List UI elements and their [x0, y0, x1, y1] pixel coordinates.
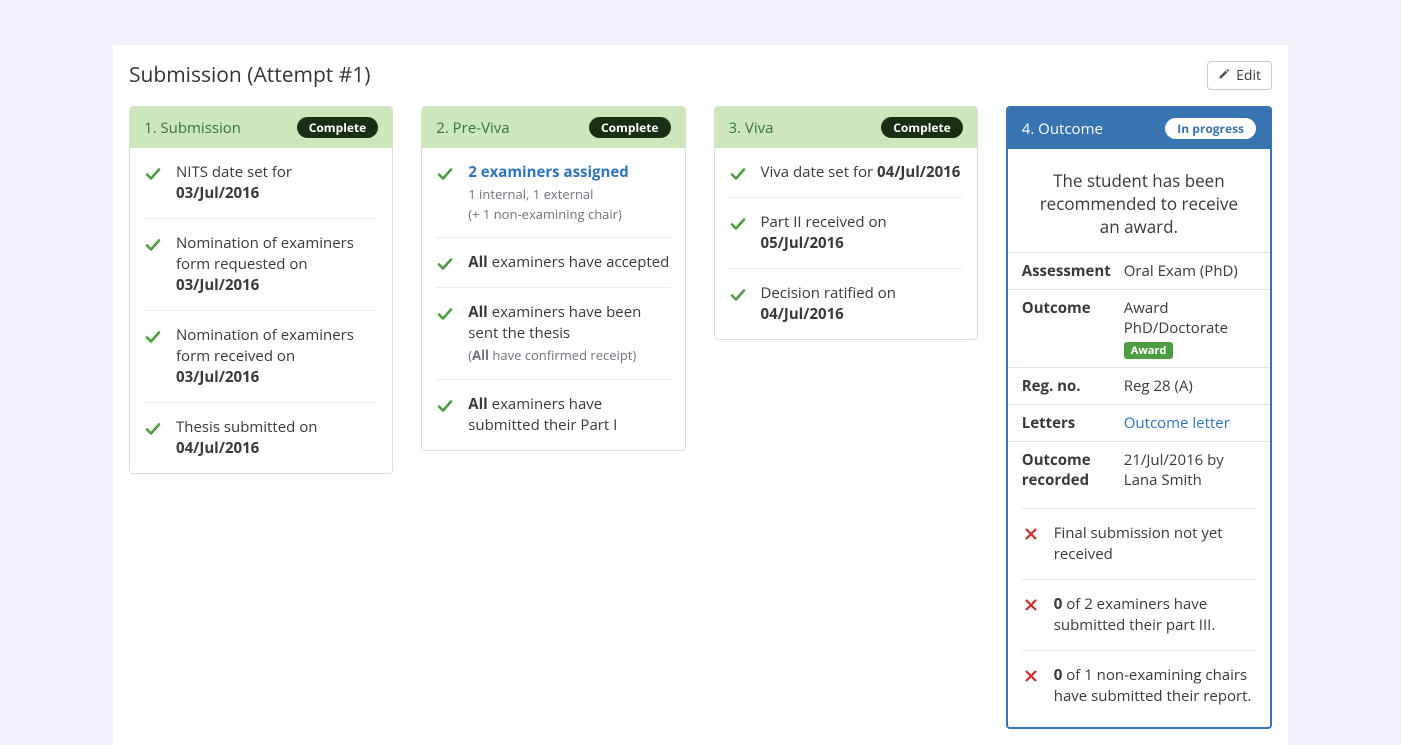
stage-card-header: 3. Viva Complete — [715, 107, 977, 148]
stage-card: 2. Pre-Viva Complete 2 examiners assigned1… — [421, 106, 685, 451]
stage-item-text: Thesis submitted on 04/Jul/2016 — [176, 417, 378, 459]
stage-cards: 1. Submission Complete NITS date set for 0… — [129, 106, 1272, 729]
stage-card-title: 1. Submission — [144, 118, 241, 138]
check-icon — [436, 302, 454, 364]
check-icon — [144, 417, 162, 459]
outcome-check-item: 0 of 2 examiners have submitted their pa… — [1022, 579, 1256, 650]
award-chip: Award — [1124, 342, 1174, 359]
check-icon — [144, 162, 162, 204]
check-icon — [144, 325, 162, 388]
outcome-check-text: Final submission not yet received — [1054, 523, 1256, 565]
outcome-row-label: Outcome — [1022, 298, 1114, 359]
edit-button[interactable]: Edit — [1207, 61, 1272, 90]
stage-item-text: Nomination of examiners form requested o… — [176, 233, 378, 296]
stage-item-text: Nomination of examiners form received on… — [176, 325, 378, 388]
stage-item-text: Part II received on 05/Jul/2016 — [761, 212, 963, 254]
outcome-card-header: 4. Outcome In progress — [1008, 108, 1270, 149]
edit-button-label: Edit — [1236, 66, 1261, 85]
outcome-row: OutcomeAward PhD/DoctorateAward — [1008, 289, 1270, 367]
stage-item: Part II received on 05/Jul/2016 — [729, 197, 963, 268]
outcome-row-label: Reg. no. — [1022, 376, 1114, 396]
stage-item-text[interactable]: 2 examiners assigned1 internal, 1 extern… — [468, 162, 670, 223]
outcome-row-label: Letters — [1022, 413, 1114, 433]
status-badge: In progress — [1165, 118, 1256, 139]
stage-card-header: 2. Pre-Viva Complete — [422, 107, 684, 148]
outcome-row-label: Outcome recorded — [1022, 450, 1114, 490]
submission-attempt-panel: Submission (Attempt #1) Edit 1. Submissi… — [113, 45, 1288, 745]
stage-item: Thesis submitted on 04/Jul/2016 — [144, 402, 378, 473]
stage-item: Nomination of examiners form received on… — [144, 310, 378, 402]
cross-icon — [1022, 594, 1040, 636]
check-icon — [729, 162, 747, 183]
stage-card-body: 2 examiners assigned1 internal, 1 extern… — [422, 148, 684, 450]
check-icon — [144, 233, 162, 296]
outcome-table: Assessment Oral Exam (PhD) OutcomeAward Ph… — [1008, 252, 1270, 508]
stage-card-body: NITS date set for 03/Jul/2016 Nomination … — [130, 148, 392, 473]
outcome-card: 4. Outcome In progress The student has bee… — [1006, 106, 1272, 729]
outcome-check-text: 0 of 1 non-examining chairs have submitt… — [1054, 665, 1256, 707]
cross-icon — [1022, 665, 1040, 707]
stage-item-text: Decision ratified on 04/Jul/2016 — [761, 283, 963, 325]
status-badge: Complete — [881, 117, 963, 138]
stage-item: All examiners have submitted their Part … — [436, 379, 670, 450]
check-icon — [729, 283, 747, 325]
examiners-link[interactable]: 2 examiners assigned — [468, 162, 629, 182]
outcome-row-value: Award PhD/DoctorateAward — [1124, 298, 1256, 359]
pencil-icon — [1218, 66, 1230, 85]
stage-item: NITS date set for 03/Jul/2016 — [144, 148, 378, 218]
outcome-check-item: 0 of 1 non-examining chairs have submitt… — [1022, 650, 1256, 721]
outcome-letter-link[interactable]: Outcome letter — [1124, 413, 1230, 433]
stage-item: All examiners have been sent the thesis(… — [436, 287, 670, 378]
stage-item: Viva date set for 04/Jul/2016 — [729, 148, 963, 197]
outcome-title: 4. Outcome — [1022, 119, 1103, 139]
outcome-check-text: 0 of 2 examiners have submitted their pa… — [1054, 594, 1256, 636]
stage-card-title: 3. Viva — [729, 118, 774, 138]
stage-item: Decision ratified on 04/Jul/2016 — [729, 268, 963, 339]
stage-item-text: All examiners have submitted their Part … — [468, 394, 670, 436]
stage-card-header: 1. Submission Complete — [130, 107, 392, 148]
cross-icon — [1022, 523, 1040, 565]
outcome-row: Outcome recorded21/Jul/2016 by Lana Smit… — [1008, 441, 1270, 498]
outcome-row-value: Reg 28 (A) — [1124, 376, 1256, 396]
outcome-row: Assessment Oral Exam (PhD) — [1008, 252, 1270, 289]
stage-card: 1. Submission Complete NITS date set for 0… — [129, 106, 393, 474]
outcome-row: Letters Outcome letter — [1008, 404, 1270, 441]
stage-item: All examiners have accepted — [436, 237, 670, 287]
page-title: Submission (Attempt #1) — [129, 61, 371, 89]
outcome-row: Reg. no. Reg 28 (A) — [1008, 367, 1270, 404]
status-badge: Complete — [297, 117, 379, 138]
outcome-check-item: Final submission not yet received — [1022, 508, 1256, 579]
stage-item-text: All examiners have accepted — [468, 252, 670, 273]
stage-item-text: Viva date set for 04/Jul/2016 — [761, 162, 963, 183]
outcome-row-value[interactable]: Outcome letter — [1124, 413, 1256, 433]
stage-item-text: All examiners have been sent the thesis(… — [468, 302, 670, 364]
outcome-row-label: Assessment — [1022, 261, 1114, 281]
check-icon — [436, 252, 454, 273]
outcome-row-value: Oral Exam (PhD) — [1124, 261, 1256, 281]
stage-card: 3. Viva Complete Viva date set for 04/Jul/… — [714, 106, 978, 340]
check-icon — [436, 394, 454, 436]
stage-card-title: 2. Pre-Viva — [436, 118, 509, 138]
outcome-row-value: 21/Jul/2016 by Lana Smith — [1124, 450, 1256, 490]
stage-item: Nomination of examiners form requested o… — [144, 218, 378, 310]
stage-item: 2 examiners assigned1 internal, 1 extern… — [436, 148, 670, 237]
check-icon — [729, 212, 747, 254]
stage-item-text: NITS date set for 03/Jul/2016 — [176, 162, 378, 204]
outcome-checks: Final submission not yet received 0 of 2 … — [1008, 508, 1270, 727]
outcome-message: The student has been recommended to rece… — [1008, 149, 1270, 252]
status-badge: Complete — [589, 117, 671, 138]
stage-card-body: Viva date set for 04/Jul/2016 Part II rec… — [715, 148, 977, 339]
check-icon — [436, 162, 454, 223]
